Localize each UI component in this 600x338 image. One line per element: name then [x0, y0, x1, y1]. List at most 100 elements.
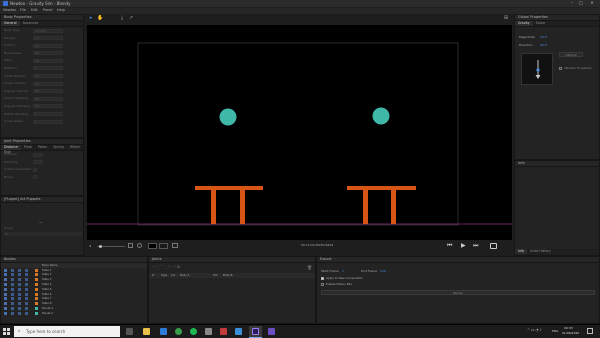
solo-toggle[interactable] — [11, 302, 14, 306]
visible-toggle[interactable] — [4, 292, 7, 296]
joint-row-value[interactable] — [33, 160, 43, 165]
visible-toggle[interactable] — [4, 306, 7, 310]
lock-toggle[interactable] — [18, 287, 21, 291]
menu-edit[interactable]: Edit — [31, 8, 38, 13]
type-toggle[interactable] — [25, 292, 28, 296]
direction-value[interactable]: 90.0 — [540, 44, 547, 47]
lock-toggle[interactable] — [18, 292, 21, 296]
visible-toggle[interactable] — [4, 297, 7, 301]
type-toggle[interactable] — [25, 287, 28, 291]
grid-toggle-icon[interactable]: ⊞ — [503, 16, 509, 22]
play-icon[interactable]: ▶ — [461, 243, 466, 249]
tab-wheel[interactable]: Wheel — [67, 145, 83, 150]
windows-start-icon[interactable] — [3, 328, 10, 335]
type-toggle[interactable] — [25, 306, 28, 310]
taskbar-search-input[interactable]: ⌕ Type here to search — [14, 326, 120, 337]
zoom-slider-handle[interactable] — [99, 244, 102, 248]
property-input[interactable]: 0.5 — [33, 43, 63, 48]
property-input[interactable]: 0 — [33, 119, 63, 124]
visible-toggle[interactable] — [4, 268, 7, 272]
visible-toggle[interactable] — [4, 311, 7, 315]
background-color-swatch[interactable] — [148, 243, 157, 249]
solo-toggle[interactable] — [11, 297, 14, 301]
zoom-out-icon[interactable]: ◂ — [89, 244, 91, 248]
type-toggle[interactable] — [25, 273, 28, 277]
magnitude-value[interactable]: 10.0 — [540, 36, 547, 39]
table-leg[interactable] — [240, 190, 245, 224]
lock-toggle[interactable] — [18, 306, 21, 310]
tab-undo-history[interactable]: Undo History — [527, 249, 554, 254]
file-explorer-icon[interactable] — [143, 328, 150, 335]
lock-toggle[interactable] — [18, 273, 21, 277]
type-toggle[interactable] — [25, 311, 28, 315]
table-top[interactable] — [195, 186, 263, 190]
body-list-item[interactable]: Planet 2 — [1, 311, 147, 316]
gravity-direction-widget[interactable] — [521, 53, 553, 85]
app-red-icon[interactable] — [220, 328, 227, 335]
property-input[interactable]: 0.0 — [33, 81, 63, 86]
solo-toggle[interactable] — [11, 273, 14, 277]
solo-toggle[interactable] — [11, 311, 14, 315]
joint-row-checkbox[interactable] — [33, 175, 37, 180]
hand-tool-icon[interactable]: ✋ — [97, 16, 103, 22]
menu-panel[interactable]: Panel — [43, 8, 52, 13]
maximize-button[interactable]: □ — [577, 1, 585, 7]
table-leg[interactable] — [363, 190, 368, 224]
mail-icon[interactable] — [160, 328, 167, 335]
planet-1[interactable] — [219, 108, 237, 126]
table-right[interactable] — [347, 186, 416, 224]
visible-toggle[interactable] — [4, 287, 7, 291]
table-top[interactable] — [347, 186, 416, 190]
trash-icon[interactable]: 🗑 — [307, 266, 312, 270]
lock-toggle[interactable] — [18, 268, 21, 272]
visible-toggle[interactable] — [4, 282, 7, 286]
loop-icon[interactable] — [490, 243, 497, 249]
render-button[interactable]: Render — [321, 290, 595, 295]
bounds-color-swatch[interactable] — [159, 243, 168, 249]
tab-pivot[interactable]: Pivot — [21, 145, 35, 150]
lock-toggle[interactable] — [18, 302, 21, 306]
solo-toggle[interactable] — [11, 282, 14, 286]
planet-2[interactable] — [372, 107, 390, 125]
tray-icons[interactable]: ^ ▭ ◔ ♪ — [527, 328, 542, 333]
step-back-icon[interactable]: ⏮ — [447, 243, 452, 249]
visible-toggle[interactable] — [4, 273, 7, 277]
tab-piston[interactable]: Piston — [35, 145, 51, 150]
property-input[interactable]: 0.0 — [33, 51, 63, 56]
type-toggle[interactable] — [25, 302, 28, 306]
property-input[interactable]: 0.0 — [33, 74, 63, 79]
lock-toggle[interactable] — [18, 282, 21, 286]
notifications-icon[interactable] — [587, 328, 593, 334]
menu-newton[interactable]: Newton — [3, 8, 16, 13]
type-toggle[interactable] — [25, 297, 28, 301]
pin-tool-icon[interactable]: ↗ — [128, 16, 134, 22]
select-tool-icon[interactable]: ▸ — [88, 16, 94, 22]
joint-row-value[interactable] — [33, 152, 43, 157]
end-frame-value[interactable]: 150 — [380, 270, 386, 273]
simulation-viewport[interactable] — [87, 25, 512, 240]
puppet-pin-row[interactable]: Pin — [4, 232, 82, 236]
table-leg[interactable] — [391, 190, 396, 224]
menu-help[interactable]: Help — [57, 8, 65, 13]
tab-advanced[interactable]: Advanced — [20, 21, 42, 26]
photos-icon[interactable] — [235, 328, 242, 335]
spotify-icon[interactable] — [190, 328, 197, 335]
table-leg[interactable] — [211, 190, 216, 224]
type-toggle[interactable] — [25, 278, 28, 282]
anchor-tool-icon[interactable]: ⤓ — [119, 16, 125, 22]
type-toggle[interactable] — [25, 268, 28, 272]
task-view-icon[interactable] — [126, 328, 133, 335]
solo-toggle[interactable] — [11, 287, 14, 291]
motion-blur-checkbox[interactable] — [321, 283, 324, 286]
start-frame-value[interactable]: 1 — [342, 270, 344, 273]
property-input[interactable]: 0 — [33, 66, 63, 71]
close-button[interactable]: ✕ — [588, 1, 596, 7]
step-forward-icon[interactable]: ⏭ — [473, 243, 478, 249]
minimize-button[interactable]: – — [568, 1, 576, 7]
active-app-button[interactable] — [249, 326, 262, 338]
solo-toggle[interactable] — [11, 292, 14, 296]
joint-tool-icon[interactable]: ⋯ ⋰ ⋱ ⋯ ⫶ ⊘ — [152, 264, 180, 269]
lock-toggle[interactable] — [18, 278, 21, 282]
attractor-checkbox[interactable] — [559, 67, 562, 70]
solo-toggle[interactable] — [11, 268, 14, 272]
